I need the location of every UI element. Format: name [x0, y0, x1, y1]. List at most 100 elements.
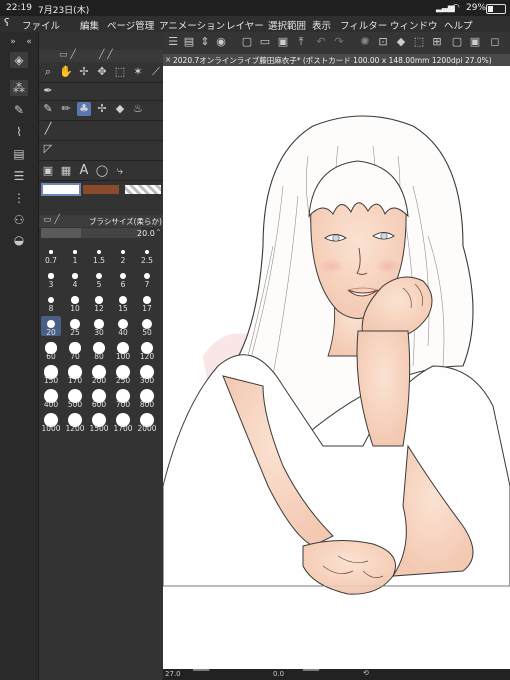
open-icon[interactable]: ▭ — [259, 36, 271, 48]
drawing-canvas[interactable] — [163, 66, 510, 669]
brush-size-option[interactable]: 60 — [41, 340, 61, 361]
brush-size-option[interactable]: 17 — [137, 292, 157, 313]
main-color-swatch[interactable] — [41, 183, 81, 196]
brush-size-option[interactable]: 120 — [137, 340, 157, 361]
brush-size-option[interactable]: 20 — [41, 316, 61, 337]
panel-icon[interactable]: ▤ — [10, 146, 28, 162]
zoom-slider-icon[interactable]: ▔▔▔ — [193, 670, 209, 678]
spinner-icon[interactable]: ⌃ — [155, 228, 162, 237]
menu-edit[interactable]: 編集 — [80, 18, 99, 32]
gradient-icon[interactable]: ▣ — [41, 164, 55, 178]
sub-color-swatch[interactable] — [83, 185, 119, 194]
pencil-tool-icon[interactable]: ✏ — [59, 102, 73, 116]
brush-size-option[interactable]: 4 — [65, 268, 85, 289]
brush-size-option[interactable]: 12 — [89, 292, 109, 313]
brush-size-option[interactable]: 50 — [137, 316, 157, 337]
brush-size-option[interactable]: 800 — [137, 388, 157, 409]
brush-size-option[interactable]: 700 — [113, 388, 133, 409]
brush-size-option[interactable]: 600 — [89, 388, 109, 409]
arrows-icon[interactable]: ⇕ — [199, 36, 211, 48]
eraser-icon[interactable]: ◆ — [113, 102, 127, 116]
airbrush-icon[interactable]: ✢ — [95, 102, 109, 116]
brush-size-option[interactable]: 300 — [137, 364, 157, 385]
zoom-value[interactable]: 27.0 — [165, 670, 181, 678]
brush-size-option[interactable]: 2000 — [137, 412, 157, 433]
brush-size-slider[interactable] — [41, 228, 141, 238]
eyedropper-tool-icon[interactable]: ⟋ — [149, 65, 163, 79]
spuit-icon[interactable]: ✒ — [41, 84, 55, 98]
brush-size-option[interactable]: 1200 — [65, 412, 85, 433]
deselect-icon[interactable]: ⊞ — [431, 36, 443, 48]
brush-size-option[interactable]: 1000 — [41, 412, 61, 433]
brush-size-option[interactable]: 400 — [41, 388, 61, 409]
brush-size-option[interactable]: 2 — [113, 244, 133, 265]
brush-size-option[interactable]: 5 — [89, 268, 109, 289]
angle-value[interactable]: 0.0 — [273, 670, 284, 678]
brush-size-value[interactable]: 20.0 — [137, 229, 155, 238]
pen-icon[interactable]: ✎ — [10, 102, 28, 118]
loading-icon[interactable]: ✺ — [359, 36, 371, 48]
crop-icon[interactable]: ▢ — [451, 36, 463, 48]
brush-size-option[interactable]: 200 — [89, 364, 109, 385]
brush-size-option[interactable]: 500 — [65, 388, 85, 409]
menu-window[interactable]: ウィンドウ — [390, 18, 438, 32]
figure-icon[interactable]: ⚇ — [10, 212, 28, 228]
brush-size-option[interactable]: 2.5 — [137, 244, 157, 265]
brush-size-option[interactable]: 3 — [41, 268, 61, 289]
move-icon[interactable]: ✥ — [95, 65, 109, 79]
correction-icon[interactable]: ⤷ — [113, 164, 127, 178]
invert-icon[interactable]: ▣ — [469, 36, 481, 48]
blend-icon[interactable]: ♨ — [131, 102, 145, 116]
line-icon[interactable]: ╱ — [41, 122, 55, 136]
brush-icon[interactable]: ⌇ — [10, 124, 28, 140]
menu-help[interactable]: ヘルプ — [444, 18, 473, 32]
brush-size-option[interactable]: 10 — [65, 292, 85, 313]
brush-size-option[interactable]: 170 — [65, 364, 85, 385]
brush-size-option[interactable]: 6 — [113, 268, 133, 289]
layer-icon[interactable]: ▤ — [183, 36, 195, 48]
export-icon[interactable]: ⤒ — [295, 36, 307, 48]
brush-size-option[interactable]: 250 — [113, 364, 133, 385]
list-icon[interactable]: ☰ — [10, 168, 28, 184]
hand-icon[interactable]: ✋ — [59, 65, 73, 79]
selection-icon[interactable]: ⬚ — [113, 65, 127, 79]
new-icon[interactable]: ▢ — [241, 36, 253, 48]
menu-animation[interactable]: アニメーション — [159, 18, 225, 32]
brush-size-option[interactable]: 7 — [137, 268, 157, 289]
layers-icon[interactable]: ◈ — [10, 52, 28, 68]
grid-icon[interactable]: ◻ — [489, 36, 501, 48]
brush-size-option[interactable]: 1500 — [89, 412, 109, 433]
material-icon[interactable]: ⋮ — [10, 190, 28, 206]
menu-page[interactable]: ページ管理 — [107, 18, 154, 32]
document-tab[interactable]: × 2020.7オンラインライブ藤田麻衣子* (ポストカード 100.00 x … — [163, 54, 510, 66]
save-icon[interactable]: ▣ — [277, 36, 289, 48]
menu-view[interactable]: 表示 — [312, 18, 331, 32]
brush-size-option[interactable]: 1700 — [113, 412, 133, 433]
fill-cmd-icon[interactable]: ◆ — [395, 36, 407, 48]
reset-icon[interactable]: ⟲ — [363, 669, 369, 677]
app-logo-icon[interactable]: ʕ — [4, 16, 10, 29]
pencil-tab-icon[interactable]: ╱ ╱ — [99, 50, 113, 60]
menu-selection[interactable]: 選択範囲 — [268, 18, 306, 32]
pen-tab-icon[interactable]: ▭ ╱ — [59, 50, 76, 60]
fill-icon[interactable]: ◒ — [10, 232, 28, 248]
brush-size-option[interactable]: 1.5 — [89, 244, 109, 265]
menu-layer[interactable]: レイヤー — [226, 18, 264, 32]
rotate-icon[interactable]: ✢ — [77, 65, 91, 79]
brush-size-option[interactable]: 100 — [113, 340, 133, 361]
pen-tool-icon[interactable]: ✎ — [41, 102, 55, 116]
brush-size-option[interactable]: 150 — [41, 364, 61, 385]
transform-icon[interactable]: ⬚ — [413, 36, 425, 48]
magic-wand-icon[interactable]: ✶ — [131, 65, 145, 79]
angle-slider-icon[interactable]: ▔▔▔ — [303, 670, 319, 678]
brush-size-option[interactable]: 25 — [65, 316, 85, 337]
menu-file[interactable]: ファイル — [22, 18, 60, 32]
frame-icon[interactable]: ▦ — [59, 164, 73, 178]
brush-size-option[interactable]: 80 — [89, 340, 109, 361]
brush-size-option[interactable]: 70 — [65, 340, 85, 361]
brush-size-option[interactable]: 0.7 — [41, 244, 61, 265]
collapse-right-icon[interactable]: « — [20, 34, 38, 50]
record-icon[interactable]: ◉ — [215, 36, 227, 48]
brush-size-option[interactable]: 8 — [41, 292, 61, 313]
brush-size-option[interactable]: 40 — [113, 316, 133, 337]
